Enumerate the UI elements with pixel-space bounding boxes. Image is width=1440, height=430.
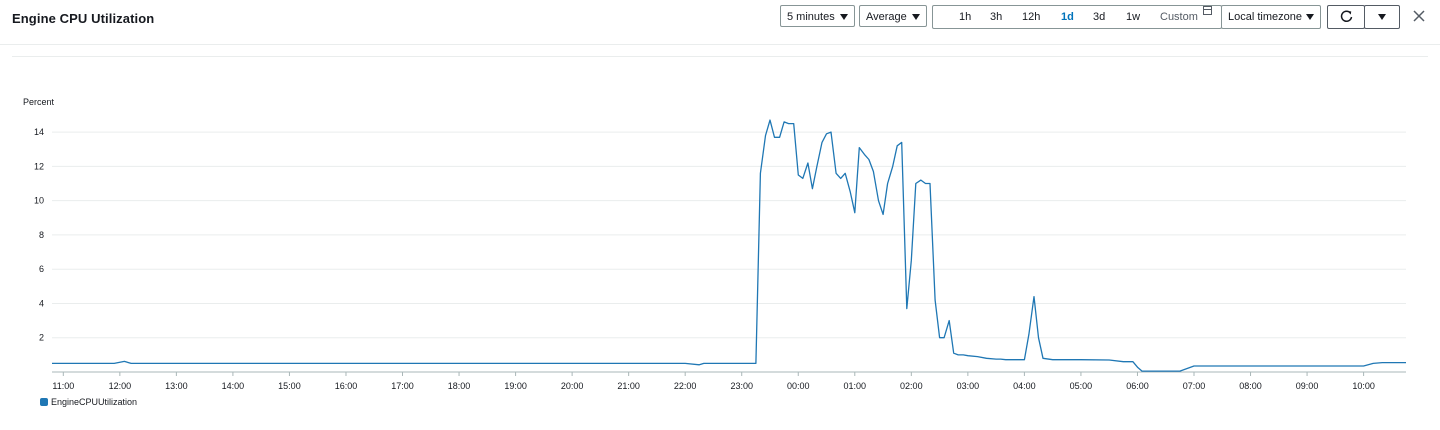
x-tick-label: 05:00 xyxy=(1070,381,1093,391)
x-axis: 11:00 12:00 13:00 14:00 15:00 16:00 17:00 18:00… xyxy=(52,371,1406,391)
x-tick-label: 18:00 xyxy=(448,381,471,391)
x-tick-label: 07:00 xyxy=(1183,381,1206,391)
x-tick-label: 02:00 xyxy=(900,381,923,391)
x-tick-label: 21:00 xyxy=(617,381,640,391)
y-tick-label: 14 xyxy=(34,127,44,137)
x-tick-label: 22:00 xyxy=(674,381,697,391)
x-tick-label: 12:00 xyxy=(109,381,132,391)
x-tick-label: 11:00 xyxy=(52,381,74,391)
x-tick-label: 20:00 xyxy=(561,381,584,391)
y-tick-label: 2 xyxy=(39,333,44,343)
chart-legend[interactable]: EngineCPUUtilization xyxy=(40,397,137,407)
x-tick-label: 15:00 xyxy=(278,381,301,391)
legend-label: EngineCPUUtilization xyxy=(51,397,138,407)
y-tick-label: 4 xyxy=(39,298,44,308)
x-tick-label: 04:00 xyxy=(1013,381,1036,391)
y-tick-label: 12 xyxy=(34,161,44,171)
legend-swatch xyxy=(40,398,48,406)
x-tick-label: 10:00 xyxy=(1352,381,1375,391)
y-tick-label: 8 xyxy=(39,230,44,240)
chart-series xyxy=(52,119,1406,372)
x-tick-label: 16:00 xyxy=(335,381,358,391)
x-tick-label: 23:00 xyxy=(730,381,753,391)
x-tick-label: 14:00 xyxy=(222,381,245,391)
x-tick-label: 08:00 xyxy=(1239,381,1262,391)
cpu-line-chart: 2 4 6 8 10 12 14 11:00 12:00 13:00 14:00 15:00 16:0… xyxy=(23,97,1406,391)
y-tick-label: 10 xyxy=(34,196,44,206)
series-line-EngineCPUUtilization[interactable] xyxy=(52,119,1406,372)
y-axis-label: Percent xyxy=(23,97,55,107)
x-tick-label: 01:00 xyxy=(844,381,867,391)
chart-grid xyxy=(52,131,1406,339)
y-axis: 2 4 6 8 10 12 14 xyxy=(34,127,44,343)
x-tick-label: 13:00 xyxy=(165,381,188,391)
x-tick-label: 17:00 xyxy=(391,381,414,391)
x-tick-label: 09:00 xyxy=(1296,381,1319,391)
x-tick-label: 19:00 xyxy=(504,381,527,391)
x-tick-label: 06:00 xyxy=(1126,381,1149,391)
x-tick-label: 03:00 xyxy=(957,381,980,391)
x-tick-label: 00:00 xyxy=(787,381,810,391)
y-tick-label: 6 xyxy=(39,264,44,274)
